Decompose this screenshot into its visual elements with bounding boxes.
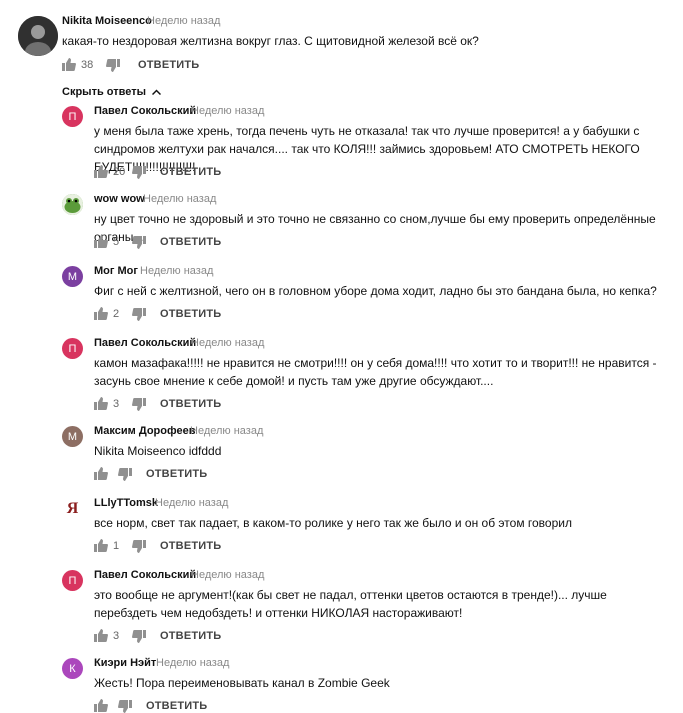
thumbs-down-icon[interactable] xyxy=(106,59,120,72)
reply-time[interactable]: Неделю назад xyxy=(140,265,213,277)
avatar[interactable] xyxy=(62,194,83,215)
thumbs-up-icon[interactable] xyxy=(94,467,108,480)
reply-time[interactable]: Неделю назад xyxy=(191,569,264,581)
like-count: 3 xyxy=(113,398,120,410)
reply-button[interactable]: ОТВЕТИТЬ xyxy=(160,236,221,248)
reply-button[interactable]: ОТВЕТИТЬ xyxy=(160,630,221,642)
thumbs-up-icon[interactable] xyxy=(94,539,108,552)
reply-text: все норм, свет так падает, в каком-то ро… xyxy=(94,516,572,530)
thumbs-down-icon[interactable] xyxy=(132,166,146,179)
avatar[interactable]: М xyxy=(62,426,83,447)
reply-text: это вообще не аргумент!(как бы свет не п… xyxy=(94,588,607,620)
like-count: 38 xyxy=(81,59,94,71)
reply-time[interactable]: Неделю назад xyxy=(155,497,228,509)
reply-author[interactable]: LLlyTTomsk xyxy=(94,497,158,509)
like-count: 20 xyxy=(113,166,126,178)
like-count: 2 xyxy=(113,308,120,320)
thumbs-up-icon[interactable] xyxy=(94,629,108,642)
thumbs-up-icon[interactable] xyxy=(94,235,108,248)
thumbs-down-icon[interactable] xyxy=(132,398,146,411)
reply-author[interactable]: wow wow xyxy=(94,193,145,205)
avatar[interactable]: П xyxy=(62,570,83,591)
thumbs-up-icon[interactable] xyxy=(94,307,108,320)
avatar[interactable] xyxy=(18,16,58,56)
reply-author[interactable]: Максим Дорофеев xyxy=(94,425,195,437)
reply-author[interactable]: Павел Сокольский xyxy=(94,569,196,581)
comment-text: какая-то нездоровая желтизна вокруг глаз… xyxy=(62,34,479,48)
reply-time[interactable]: Неделю назад xyxy=(190,425,263,437)
reply-button[interactable]: ОТВЕТИТЬ xyxy=(138,59,199,71)
thumbs-up-icon[interactable] xyxy=(94,699,108,712)
hide-replies-button[interactable]: Скрыть ответы xyxy=(62,86,162,98)
like-count: 3 xyxy=(113,630,120,642)
hide-replies-label: Скрыть ответы xyxy=(62,86,146,98)
reply-button[interactable]: ОТВЕТИТЬ xyxy=(146,468,207,480)
like-count: 5 xyxy=(113,236,120,248)
like-count: 1 xyxy=(113,540,120,552)
thumbs-down-icon[interactable] xyxy=(132,236,146,249)
avatar[interactable]: К xyxy=(62,658,83,679)
reply-button[interactable]: ОТВЕТИТЬ xyxy=(160,398,221,410)
reply-author[interactable]: Киэри Нэйт xyxy=(94,657,156,669)
reply-text: Фиг с ней с желтизной, чего он в головно… xyxy=(94,284,657,298)
frog-avatar-icon xyxy=(62,194,83,215)
reply-text: Жесть! Пора переименовывать канал в Zomb… xyxy=(94,676,390,690)
reply-text: Nikita Moiseenco idfddd xyxy=(94,444,222,458)
reply-time[interactable]: Неделю назад xyxy=(191,105,264,117)
thumbs-down-icon[interactable] xyxy=(132,630,146,643)
comment-time[interactable]: Неделю назад xyxy=(147,15,220,27)
reply-button[interactable]: ОТВЕТИТЬ xyxy=(160,166,221,178)
thumbs-down-icon[interactable] xyxy=(118,468,132,481)
reply-text: камон мазафака!!!!! не нравится не смотр… xyxy=(94,356,657,388)
thumbs-up-icon[interactable] xyxy=(62,58,76,71)
avatar[interactable]: М xyxy=(62,266,83,287)
reply-author[interactable]: Мог Мог xyxy=(94,265,138,277)
thumbs-down-icon[interactable] xyxy=(132,308,146,321)
reply-time[interactable]: Неделю назад xyxy=(191,337,264,349)
reply-author[interactable]: Павел Сокольский xyxy=(94,105,196,117)
thumbs-down-icon[interactable] xyxy=(132,540,146,553)
avatar[interactable]: П xyxy=(62,338,83,359)
thumbs-up-icon[interactable] xyxy=(94,397,108,410)
thumbs-down-icon[interactable] xyxy=(118,700,132,713)
reply-author[interactable]: Павел Сокольский xyxy=(94,337,196,349)
reply-button[interactable]: ОТВЕТИТЬ xyxy=(146,700,207,712)
comment-author[interactable]: Nikita Moiseenco xyxy=(62,15,152,27)
reply-button[interactable]: ОТВЕТИТЬ xyxy=(160,540,221,552)
avatar[interactable]: Я xyxy=(62,498,83,519)
user-photo-icon xyxy=(18,16,58,56)
reply-button[interactable]: ОТВЕТИТЬ xyxy=(160,308,221,320)
reply-time[interactable]: Неделю назад xyxy=(156,657,229,669)
avatar[interactable]: П xyxy=(62,106,83,127)
thumbs-up-icon[interactable] xyxy=(94,165,108,178)
chevron-up-icon xyxy=(152,89,162,96)
reply-time[interactable]: Неделю назад xyxy=(143,193,216,205)
